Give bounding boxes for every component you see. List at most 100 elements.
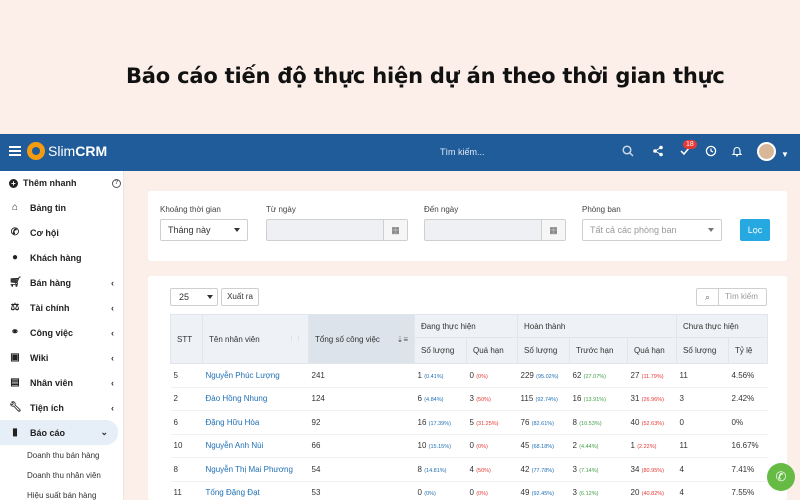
department-select[interactable]: Tất cả các phòng ban <box>582 219 722 241</box>
col-employee[interactable]: Tên nhân viên ⋮⋮ <box>202 314 309 364</box>
sidebar-item-dashboard[interactable]: ⌂ Bảng tin <box>0 195 124 220</box>
sidebar-item-reports[interactable]: ▮ Báo cáo ⌄ <box>0 420 118 445</box>
employee-link[interactable]: Tống Đặng Đạt <box>202 481 309 500</box>
sidebar-subitem-employee-revenue[interactable]: Doanh thu nhân viên <box>27 471 101 480</box>
to-date-label: Đến ngày <box>424 205 459 214</box>
clock-icon[interactable] <box>705 145 717 160</box>
cell-ip-qty: 8 (14.81%) <box>414 457 467 482</box>
table-search-placeholder: Tìm kiếm <box>725 292 758 301</box>
col-nd-qty[interactable]: Số lượng <box>676 337 730 364</box>
cell-c-overdue: 27 (11.79%) <box>627 363 677 388</box>
resize-grip-icon: ⋮⋮ <box>288 335 302 343</box>
cell-c-early: 2 (4.44%) <box>569 434 628 458</box>
sidebar-item-tasks[interactable]: ⚭ Công việc ‹ <box>0 320 124 345</box>
chevron-left-icon: ‹ <box>111 352 114 363</box>
sort-desc-icon[interactable]: ⇣≡ <box>397 335 408 344</box>
cell-total: 66 <box>308 434 415 458</box>
col-c-qty[interactable]: Số lượng <box>517 337 571 364</box>
employee-link[interactable]: Nguyễn Thị Mai Phương <box>202 457 309 482</box>
cell-stt: 10 <box>170 434 203 458</box>
search-icon[interactable] <box>622 145 634 160</box>
quick-add-label: Thêm nhanh <box>23 178 77 188</box>
cell-c-overdue: 31 (26.96%) <box>627 387 677 411</box>
cell-c-qty: 45 (68.18%) <box>517 434 570 458</box>
cell-ip-overdue: 0 (0%) <box>466 434 518 458</box>
period-label: Khoảng thời gian <box>160 205 221 214</box>
col-c-early[interactable]: Trước hạn <box>569 337 629 364</box>
cell-total: 54 <box>308 457 415 482</box>
cell-stt: 11 <box>170 481 203 500</box>
sidebar-item-employees[interactable]: ▤ Nhân viên ‹ <box>0 370 124 395</box>
quick-add-button[interactable]: + Thêm nhanh ? <box>9 178 121 188</box>
calendar-icon[interactable]: ▦ <box>383 220 407 240</box>
calendar-icon[interactable]: ▦ <box>541 220 565 240</box>
global-search-input[interactable]: Tìm kiếm... <box>440 147 485 157</box>
col-c-overdue[interactable]: Quá hạn <box>627 337 678 364</box>
caret-down-icon <box>234 228 240 232</box>
caret-down-icon[interactable]: ▼ <box>781 150 789 159</box>
sidebar-item-label: Công việc <box>30 327 74 338</box>
employee-link[interactable]: Đào Hồng Nhung <box>202 387 309 411</box>
sidebar-item-sales[interactable]: 🛒︎ Bán hàng ‹ <box>0 270 124 295</box>
avatar[interactable] <box>757 142 776 161</box>
banner-title: Báo cáo tiến độ thực hiện dự án theo thờ… <box>126 64 725 88</box>
to-date-input[interactable]: ▦ <box>424 219 566 241</box>
table-row: 10 Nguyễn Anh Nùi 66 10 (15.15%) 0 (0%) 45 (6… <box>170 434 768 458</box>
caret-down-icon <box>207 295 213 299</box>
col-stt[interactable]: STT <box>170 314 203 364</box>
cell-c-overdue: 34 (80.95%) <box>627 457 677 482</box>
cell-nd-qty: 4 <box>676 481 729 500</box>
chevron-left-icon: ‹ <box>111 327 114 338</box>
cell-c-early: 16 (13.91%) <box>569 387 628 411</box>
employee-link[interactable]: Nguyễn Phúc Lượng <box>202 363 309 388</box>
logo[interactable]: SlimCRM <box>27 142 107 160</box>
sidebar-item-customers[interactable]: ● Khách hàng <box>0 245 124 270</box>
bell-icon[interactable] <box>731 145 743 160</box>
period-select[interactable]: Tháng này <box>160 219 248 241</box>
chevron-left-icon: ‹ <box>111 302 114 313</box>
sidebar-item-opportunities[interactable]: ✆ Cơ hội <box>0 220 124 245</box>
export-button[interactable]: Xuất ra <box>221 288 259 306</box>
share-icon[interactable] <box>652 145 664 160</box>
sidebar-item-utilities[interactable]: 🔧︎ Tiện ích ‹ <box>0 395 124 420</box>
from-date-input[interactable]: ▦ <box>266 219 408 241</box>
filter-button[interactable]: Lọc <box>740 219 770 241</box>
help-icon[interactable]: ? <box>112 178 121 188</box>
col-ip-overdue[interactable]: Quá hạn <box>465 337 519 364</box>
period-value: Tháng này <box>168 225 211 235</box>
cell-c-overdue: 1 (2.22%) <box>627 434 677 458</box>
cell-nd-ratio: 7.55% <box>728 481 768 500</box>
col-nd-ratio[interactable]: Tỷ lệ <box>728 337 769 364</box>
sidebar-subitem-sales-performance[interactable]: Hiệu suất bán hàng <box>27 491 96 500</box>
home-icon: ⌂ <box>11 201 19 213</box>
table-row: 2 Đào Hồng Nhung 124 6 (4.84%) 3 (50%) 115 (9… <box>170 387 768 411</box>
cell-stt: 8 <box>170 457 203 482</box>
phone-call-button[interactable]: ✆ <box>767 463 795 491</box>
sidebar-item-wiki[interactable]: ▣ Wiki ‹ <box>0 345 124 370</box>
page-size-select[interactable]: 25 <box>170 288 218 306</box>
sidebar-item-label: Nhân viên <box>30 377 74 388</box>
notification-badge: 18 <box>683 140 697 149</box>
employee-link[interactable]: Đặng Hữu Hòa <box>202 410 309 435</box>
table-search-input[interactable]: ⌕ Tìm kiếm <box>696 288 767 306</box>
wrench-icon: 🔧︎ <box>9 401 22 413</box>
cell-c-early: 3 (6.12%) <box>569 481 628 500</box>
table-row: 11 Tống Đặng Đạt 53 0 (0%) 0 (0%) 49 (92.45%)… <box>170 481 768 500</box>
cell-ip-qty: 10 (15.15%) <box>414 434 467 458</box>
col-ip-qty[interactable]: Số lượng <box>414 337 467 364</box>
employee-link[interactable]: Nguyễn Anh Nùi <box>202 434 309 458</box>
sidebar-item-label: Tiện ích <box>30 402 64 413</box>
sidebar-item-finance[interactable]: ⚖ Tài chính ‹ <box>0 295 124 320</box>
sidebar-subitem-sales-revenue[interactable]: Doanh thu bán hàng <box>27 451 100 460</box>
logo-text: SlimCRM <box>48 143 108 159</box>
cell-stt: 6 <box>170 410 203 435</box>
handshake-icon: ⚭ <box>10 326 20 338</box>
cell-total: 241 <box>308 363 415 388</box>
cell-total: 53 <box>308 481 415 500</box>
cell-stt: 5 <box>170 363 203 388</box>
id-card-icon: ▤ <box>10 376 20 388</box>
menu-icon[interactable] <box>9 146 21 156</box>
col-total-tasks[interactable]: Tổng số công việc ⇣≡ <box>308 314 415 364</box>
table-row: 8 Nguyễn Thị Mai Phương 54 8 (14.81%) 4 (50%… <box>170 457 768 482</box>
cell-ip-qty: 0 (0%) <box>414 481 467 500</box>
